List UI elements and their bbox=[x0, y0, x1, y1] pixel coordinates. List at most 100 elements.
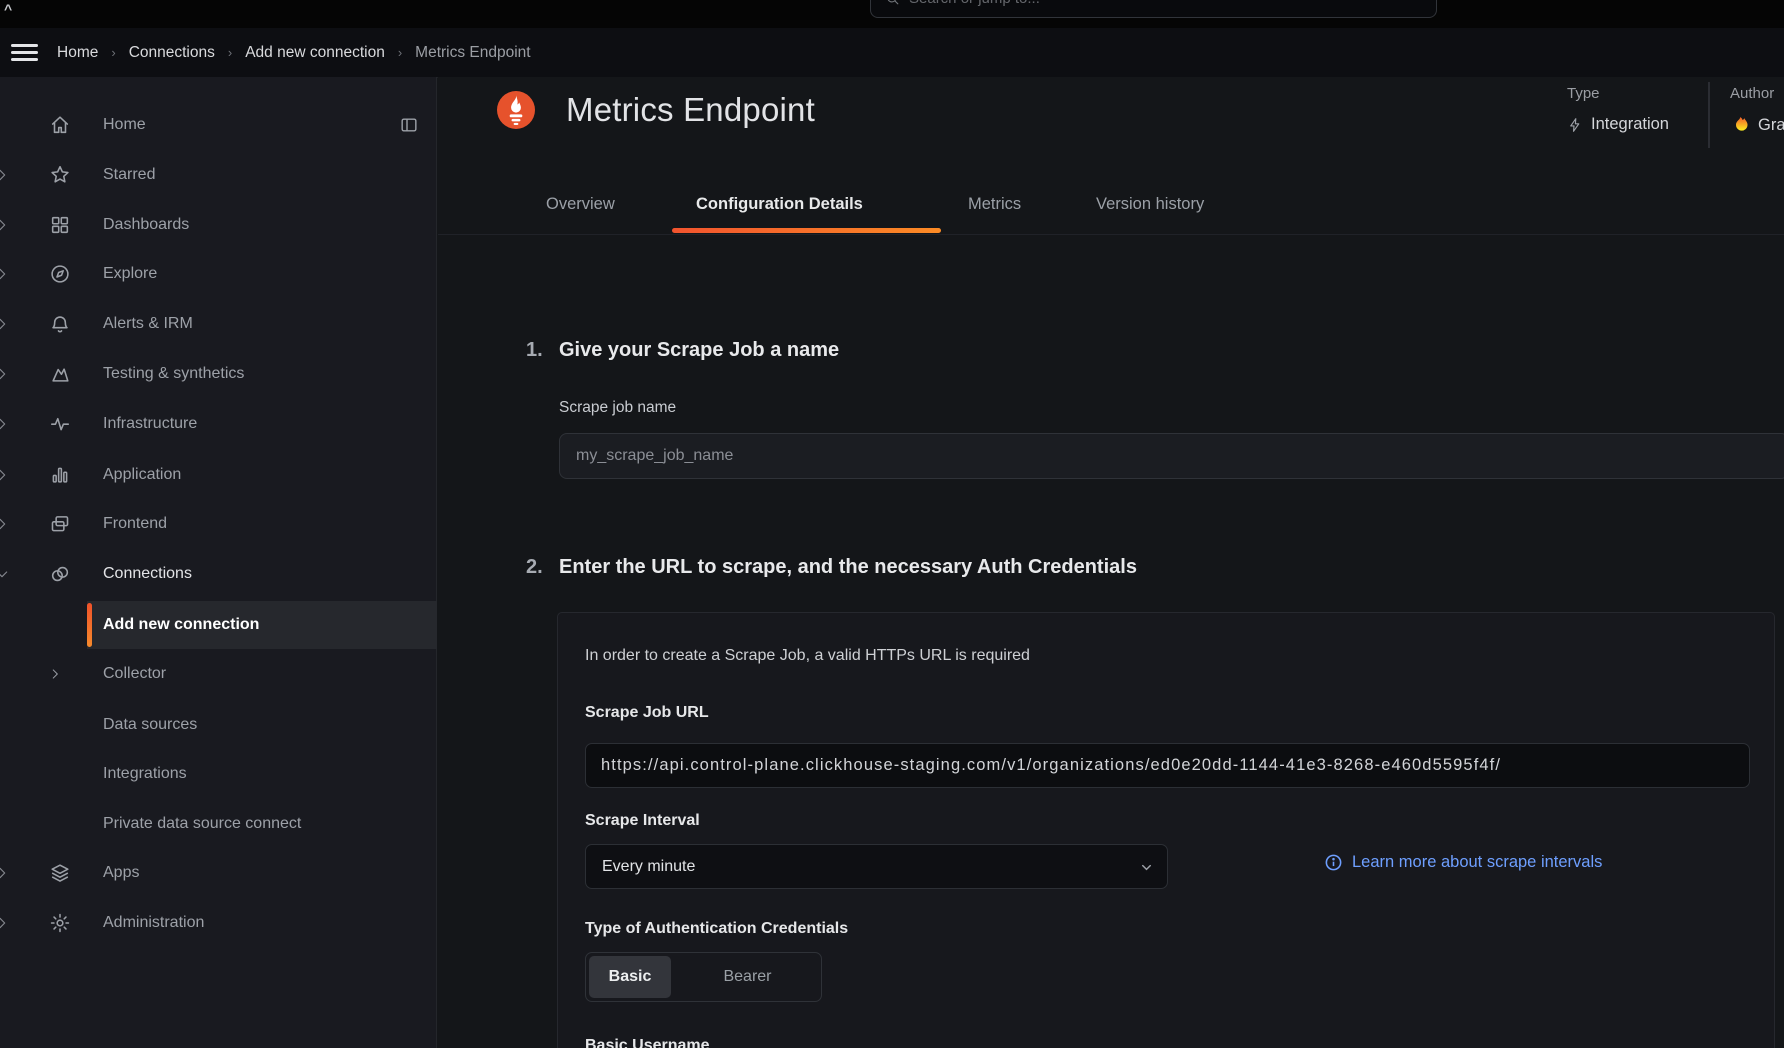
menu-hamburger-icon[interactable] bbox=[11, 39, 38, 65]
mountain-icon bbox=[49, 363, 71, 385]
sidebar-item-integrations[interactable]: Integrations bbox=[0, 749, 437, 799]
tab-metrics[interactable]: Metrics bbox=[968, 195, 1021, 214]
sidebar-item-add-new-connection[interactable]: Add new connection bbox=[0, 600, 437, 650]
layers-icon bbox=[49, 862, 71, 884]
panel-left-icon[interactable] bbox=[399, 115, 419, 135]
main-content: Metrics Endpoint Type Integration Author… bbox=[438, 77, 1784, 1048]
sidebar-item-connections[interactable]: Connections bbox=[0, 549, 437, 599]
sidebar-item-label: Private data source connect bbox=[103, 799, 301, 849]
auth-option-basic[interactable]: Basic bbox=[589, 956, 671, 998]
sidebar-item-label: Administration bbox=[103, 898, 204, 948]
chevron-down-icon bbox=[1139, 860, 1154, 875]
search-placeholder: Search or jump to... bbox=[909, 0, 1040, 7]
scrape-config-panel: In order to create a Scrape Job, a valid… bbox=[557, 612, 1775, 1048]
sidebar-item-label: Starred bbox=[103, 150, 155, 200]
url-required-notice: In order to create a Scrape Job, a valid… bbox=[585, 647, 1030, 665]
sidebar-item-label: Alerts & IRM bbox=[103, 299, 193, 349]
tab-version-history[interactable]: Version history bbox=[1096, 195, 1204, 214]
breadcrumb-separator: › bbox=[398, 45, 402, 60]
rings-icon bbox=[49, 563, 71, 585]
chevron-right-icon bbox=[0, 316, 10, 332]
scrape-job-name-input[interactable] bbox=[559, 433, 1784, 479]
author-label: Author bbox=[1730, 85, 1774, 102]
chevron-right-icon bbox=[0, 915, 10, 931]
grafana-app: ^ Search or jump to... Home › Connections ›… bbox=[0, 0, 1784, 1048]
scrape-interval-select[interactable]: Every minute bbox=[585, 844, 1168, 889]
sidebar-item-collector[interactable]: Collector bbox=[0, 649, 437, 699]
chevron-right-icon bbox=[48, 667, 62, 681]
sidebar-item-label: Testing & synthetics bbox=[103, 349, 244, 399]
sidebar-item-administration[interactable]: Administration bbox=[0, 898, 437, 948]
step2-title: Enter the URL to scrape, and the necessa… bbox=[559, 556, 1137, 579]
sidebar-item-alerts-irm[interactable]: Alerts & IRM bbox=[0, 299, 437, 349]
chevron-right-icon bbox=[0, 366, 10, 382]
sidebar-item-apps[interactable]: Apps bbox=[0, 848, 437, 898]
auth-option-bearer[interactable]: Bearer bbox=[674, 953, 821, 1001]
grafana-logo-icon bbox=[1730, 115, 1750, 135]
sidebar-item-home[interactable]: Home bbox=[0, 100, 437, 150]
star-icon bbox=[49, 164, 71, 186]
scrape-job-url-label: Scrape Job URL bbox=[585, 704, 709, 722]
top-caret: ^ bbox=[4, 1, 12, 17]
auth-type-label: Type of Authentication Credentials bbox=[585, 920, 848, 938]
sidebar-item-dashboards[interactable]: Dashboards bbox=[0, 200, 437, 250]
sidebar-item-frontend[interactable]: Frontend bbox=[0, 499, 437, 549]
chevron-right-icon bbox=[0, 167, 10, 183]
breadcrumb-item-connections[interactable]: Connections bbox=[129, 44, 215, 62]
breadcrumb-item-metrics-endpoint: Metrics Endpoint bbox=[415, 44, 530, 62]
scrape-interval-label: Scrape Interval bbox=[585, 812, 700, 830]
scrape-job-url-input[interactable] bbox=[585, 743, 1750, 788]
chevron-right-icon bbox=[0, 865, 10, 881]
sidebar-item-data-sources[interactable]: Data sources bbox=[0, 700, 437, 750]
step1-title: Give your Scrape Job a name bbox=[559, 339, 839, 362]
info-icon bbox=[1324, 853, 1343, 872]
sidebar-item-testing-synthetics[interactable]: Testing & synthetics bbox=[0, 349, 437, 399]
sidebar-item-label: Add new connection bbox=[103, 600, 259, 650]
breadcrumb: Home › Connections › Add new connection › Metr… bbox=[57, 44, 531, 62]
sidebar-item-label: Explore bbox=[103, 249, 157, 299]
scrape-job-name-label: Scrape job name bbox=[559, 399, 676, 417]
sidebar-item-private-data-source-connect[interactable]: Private data source connect bbox=[0, 799, 437, 849]
active-tab-underline bbox=[672, 228, 941, 233]
sidebar-item-infrastructure[interactable]: Infrastructure bbox=[0, 399, 437, 449]
author-value: Grafana bbox=[1730, 115, 1784, 135]
sidebar-item-label: Connections bbox=[103, 549, 192, 599]
scrape-intervals-link[interactable]: Learn more about scrape intervals bbox=[1324, 853, 1602, 872]
sidebar-item-explore[interactable]: Explore bbox=[0, 249, 437, 299]
chevron-right-icon bbox=[0, 516, 10, 532]
breadcrumb-separator: › bbox=[111, 45, 115, 60]
sidebar-item-label: Apps bbox=[103, 848, 139, 898]
tab-bar-border bbox=[438, 234, 1784, 235]
chevron-right-icon bbox=[0, 266, 10, 282]
top-bar: ^ Search or jump to... bbox=[0, 0, 1784, 28]
chevron-down-icon bbox=[0, 566, 10, 582]
compass-icon bbox=[49, 263, 71, 285]
sidebar-item-label: Application bbox=[103, 450, 181, 500]
breadcrumb-separator: › bbox=[228, 45, 232, 60]
pulse-icon bbox=[49, 413, 71, 435]
step2-number: 2. bbox=[526, 556, 543, 579]
scrape-interval-value: Every minute bbox=[602, 858, 695, 876]
breadcrumb-item-add-new-connection[interactable]: Add new connection bbox=[245, 44, 385, 62]
sidebar-item-label: Dashboards bbox=[103, 200, 189, 250]
search-input[interactable]: Search or jump to... bbox=[870, 0, 1437, 18]
grid-icon bbox=[49, 214, 71, 236]
tab-overview[interactable]: Overview bbox=[546, 195, 615, 214]
bars-icon bbox=[49, 464, 71, 486]
chevron-right-icon bbox=[0, 217, 10, 233]
sidebar-item-label: Infrastructure bbox=[103, 399, 197, 449]
tab-configuration-details[interactable]: Configuration Details bbox=[696, 195, 863, 214]
sidebar-nav: HomeStarredDashboardsExploreAlerts & IRM… bbox=[0, 77, 437, 1048]
home-icon bbox=[49, 114, 71, 136]
sidebar-item-application[interactable]: Application bbox=[0, 450, 437, 500]
chevron-right-icon bbox=[0, 416, 10, 432]
gear-icon bbox=[49, 912, 71, 934]
sidebar-item-starred[interactable]: Starred bbox=[0, 150, 437, 200]
sidebar-item-label: Frontend bbox=[103, 499, 167, 549]
prometheus-logo-icon bbox=[497, 91, 535, 129]
bell-icon bbox=[49, 313, 71, 335]
step1-number: 1. bbox=[526, 339, 543, 362]
breadcrumb-item-home[interactable]: Home bbox=[57, 44, 98, 62]
auth-type-segmented-control: BasicBearer bbox=[585, 952, 822, 1002]
bolt-icon bbox=[1567, 117, 1583, 133]
